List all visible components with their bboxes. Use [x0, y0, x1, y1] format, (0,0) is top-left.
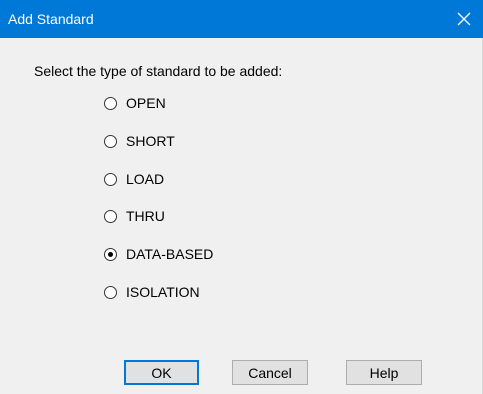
radio-option-load[interactable]: LOAD — [104, 169, 164, 189]
radio-label-data-based[interactable]: DATA-BASED — [126, 245, 213, 263]
radio-option-data-based[interactable]: DATA-BASED — [104, 244, 213, 264]
radio-label-open[interactable]: OPEN — [126, 94, 166, 112]
help-button[interactable]: Help — [346, 360, 422, 385]
close-icon — [457, 12, 471, 26]
radio-label-short[interactable]: SHORT — [126, 132, 175, 150]
radio-dot — [108, 251, 113, 257]
radio-option-thru[interactable]: THRU — [104, 206, 165, 226]
prompt-label: Select the type of standard to be added: — [34, 63, 283, 79]
dialog-title: Add Standard — [8, 11, 94, 27]
radio-label-thru[interactable]: THRU — [126, 207, 165, 225]
radio-button-icon[interactable] — [104, 96, 117, 110]
radio-option-isolation[interactable]: ISOLATION — [104, 282, 200, 302]
close-button[interactable] — [445, 0, 483, 38]
add-standard-dialog: Add Standard Select the type of standard… — [0, 0, 483, 394]
title-bar[interactable]: Add Standard — [0, 0, 483, 38]
radio-button-icon[interactable] — [104, 209, 117, 223]
radio-button-icon[interactable] — [104, 134, 117, 148]
ok-button[interactable]: OK — [124, 360, 199, 385]
radio-button-selected-icon[interactable] — [104, 247, 117, 261]
radio-option-short[interactable]: SHORT — [104, 131, 175, 151]
radio-button-icon[interactable] — [104, 285, 117, 299]
radio-label-isolation[interactable]: ISOLATION — [126, 283, 200, 301]
radio-option-open[interactable]: OPEN — [104, 93, 166, 113]
radio-label-load[interactable]: LOAD — [126, 170, 164, 188]
cancel-button[interactable]: Cancel — [232, 360, 308, 385]
radio-button-icon[interactable] — [104, 172, 117, 186]
